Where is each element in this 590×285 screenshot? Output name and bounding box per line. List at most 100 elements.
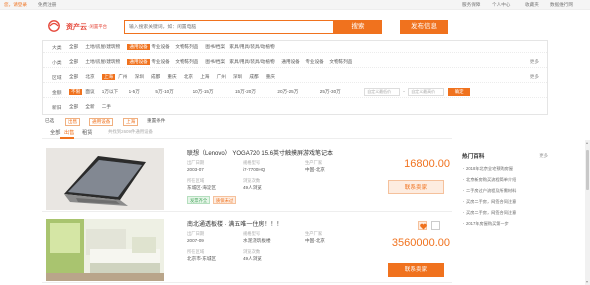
tab-sale[interactable]: 出售 <box>64 129 74 136</box>
filter-option[interactable]: 专业设备 <box>151 59 169 65</box>
filter-more-link[interactable]: 更多 <box>530 74 539 80</box>
filter-option[interactable]: 通用设备 <box>127 44 150 50</box>
more-icon[interactable] <box>431 221 440 230</box>
service-link[interactable]: 服务保障 <box>462 2 480 8</box>
page-scrollbar[interactable] <box>585 140 590 285</box>
filter-option[interactable]: 20万-25万 <box>277 89 298 95</box>
filter-row-1: 小类 全部 土地/房屋/建筑物 通用设备 专业设备 文物陈列品 图书/档案 家具/用具/装具/… <box>43 56 547 68</box>
price-confirm-button[interactable]: 确定 <box>448 88 471 96</box>
reset-conditions-link[interactable]: 重置条件 <box>147 118 165 124</box>
filter-option[interactable]: 北京 <box>184 74 193 80</box>
laptop-image[interactable] <box>46 148 164 210</box>
favorites-link[interactable]: 收藏夹 <box>525 2 539 8</box>
field-value: 49人浏览 <box>243 256 262 261</box>
filter-option[interactable]: 10万-15万 <box>193 89 214 95</box>
selected-tag-sale[interactable]: 出售 <box>65 118 81 126</box>
filter-option[interactable]: 深圳 <box>135 74 144 80</box>
search-input[interactable] <box>125 21 333 33</box>
field-label: 出厂日期 <box>187 160 205 165</box>
filter-option[interactable]: 15万-20万 <box>235 89 256 95</box>
max-price-input[interactable]: 自定义最高价 <box>408 88 445 96</box>
listing-item[interactable]: 联想（Lenovo） YOGA720 15.6英寸触摸屏游戏笔记本 出厂日期 20… <box>42 144 452 212</box>
filter-option[interactable]: 文物陈列品 <box>329 59 352 65</box>
login-link[interactable]: 您，请登录 <box>4 2 27 8</box>
filter-row-label: 金额 <box>52 91 62 96</box>
hot-articles-panel: 热门百科 更多 2018年北京全宅预购房屋 北京新房购买流程简单介绍 二手房过户… <box>462 148 550 238</box>
filter-option[interactable]: 通用设备 <box>281 59 299 65</box>
contact-seller-button[interactable]: 联系卖家 <box>388 180 444 194</box>
filter-option[interactable]: 专业设备 <box>305 59 323 65</box>
filter-option[interactable]: 二手 <box>102 104 111 110</box>
logo-icon[interactable] <box>45 20 63 32</box>
tab-rent[interactable]: 租赁 <box>82 129 92 136</box>
personal-center-link[interactable]: 个人中心 <box>492 2 510 8</box>
filter-option[interactable]: 广州 <box>217 74 226 80</box>
filter-option[interactable]: 5万-10万 <box>155 89 173 95</box>
filter-option[interactable]: 1万以下 <box>102 89 118 95</box>
filter-option[interactable]: 不限 <box>69 89 83 95</box>
filter-option[interactable]: 深圳 <box>233 74 242 80</box>
hot-article-link[interactable]: 北京新房购买流程简单介绍 <box>462 177 516 183</box>
invoice-badge: 发票齐全 <box>187 196 211 204</box>
filter-option[interactable]: 全新 <box>85 104 94 110</box>
filter-option[interactable]: 全部 <box>69 44 78 50</box>
filter-option[interactable]: 家具/用具/装具/动植物 <box>229 44 274 50</box>
filter-option[interactable]: 面议 <box>85 89 94 95</box>
filter-option[interactable]: 土地/房屋/建筑物 <box>85 59 120 65</box>
register-link[interactable]: 免费注册 <box>38 2 56 8</box>
bedroom-image[interactable] <box>46 219 164 281</box>
field-value: 水泥浇筑板楼 <box>243 238 271 243</box>
min-price-input[interactable]: 自定义最低价 <box>364 88 401 96</box>
contact-seller-button[interactable]: 联系卖家 <box>388 263 444 277</box>
mobile-link[interactable]: 数据维行网 <box>550 2 573 8</box>
filter-option[interactable]: 专业设备 <box>151 44 169 50</box>
filter-option[interactable]: 土地/房屋/建筑物 <box>85 44 120 50</box>
filter-option[interactable]: 1-5万 <box>129 89 140 95</box>
filter-option[interactable]: 文物陈列品 <box>175 44 198 50</box>
filter-option[interactable]: 家具/用具/装具/动植物 <box>229 59 274 65</box>
filter-option[interactable]: 上海 <box>200 74 209 80</box>
scroll-thumb[interactable] <box>586 150 589 190</box>
field-value: 2007-09 <box>187 238 204 243</box>
filter-option[interactable]: 重庆 <box>266 74 275 80</box>
hot-article-link[interactable]: 2018年北京全宅预购房屋 <box>462 166 513 172</box>
filter-option[interactable]: 文物陈列品 <box>175 59 198 65</box>
filter-option[interactable]: 成都 <box>151 74 160 80</box>
filter-option[interactable]: 全部 <box>69 104 78 110</box>
hot-article-link[interactable]: 买房二手房，网签合同注意 <box>462 199 516 205</box>
selected-label: 已选 <box>45 118 55 123</box>
filter-option[interactable]: 广州 <box>118 74 127 80</box>
logo-subtitle: ·闲置平台 <box>88 24 108 29</box>
hot-article-link[interactable]: 二手房过户流程及所需材料 <box>462 188 516 194</box>
tab-all[interactable]: 全部 <box>50 129 60 136</box>
filter-option[interactable]: 图书/档案 <box>205 44 225 50</box>
scroll-down-icon[interactable] <box>586 281 588 283</box>
filter-option[interactable]: 重庆 <box>167 74 176 80</box>
filter-option[interactable]: 25万-30万 <box>320 89 341 95</box>
filter-option[interactable]: 北京 <box>85 74 94 80</box>
filter-option[interactable]: 全部 <box>69 59 78 65</box>
listing-title[interactable]: 联想（Lenovo） YOGA720 15.6英寸触摸屏游戏笔记本 <box>187 148 333 157</box>
hot-article-link[interactable]: 2017年房屋购买第一步 <box>463 221 509 227</box>
field-value: 49人浏览 <box>243 185 262 190</box>
hot-article-link[interactable]: 买房二手房，网签合同注意 <box>462 210 516 216</box>
listing-details: 出厂日期 2003-07 规格型号 i7-7700HQ 生产厂家 中国-北京 所在区域… <box>187 160 367 194</box>
filter-option[interactable]: 通用设备 <box>127 59 150 65</box>
post-info-button[interactable]: 发布信息 <box>400 20 448 34</box>
filter-option[interactable]: 图书/档案 <box>205 59 225 65</box>
listing-title[interactable]: 南北通透板楼 · 满五唯一住房！！！ <box>187 219 282 228</box>
filter-more-link[interactable]: 更多 <box>530 59 539 65</box>
hot-more-link[interactable]: 更多 <box>539 153 548 159</box>
field-label: 浏览次数 <box>243 178 261 183</box>
search-button[interactable]: 搜索 <box>334 20 382 34</box>
scroll-up-icon[interactable] <box>586 142 588 144</box>
hot-articles-title: 热门百科 <box>462 154 485 160</box>
selected-tag-category[interactable]: 通用设备 <box>89 118 114 126</box>
field-label: 规格型号 <box>243 160 261 165</box>
filter-option[interactable]: 成都 <box>249 74 258 80</box>
heart-icon[interactable] <box>418 221 427 230</box>
listing-item[interactable]: 南北通透板楼 · 满五唯一住房！！！ 出厂日期 2007-09 规格型号 水泥浇筑板… <box>42 215 452 283</box>
filter-option[interactable]: 全部 <box>69 74 78 80</box>
filter-option[interactable]: 上海 <box>101 74 115 80</box>
selected-tag-region[interactable]: 上海 <box>123 118 139 126</box>
